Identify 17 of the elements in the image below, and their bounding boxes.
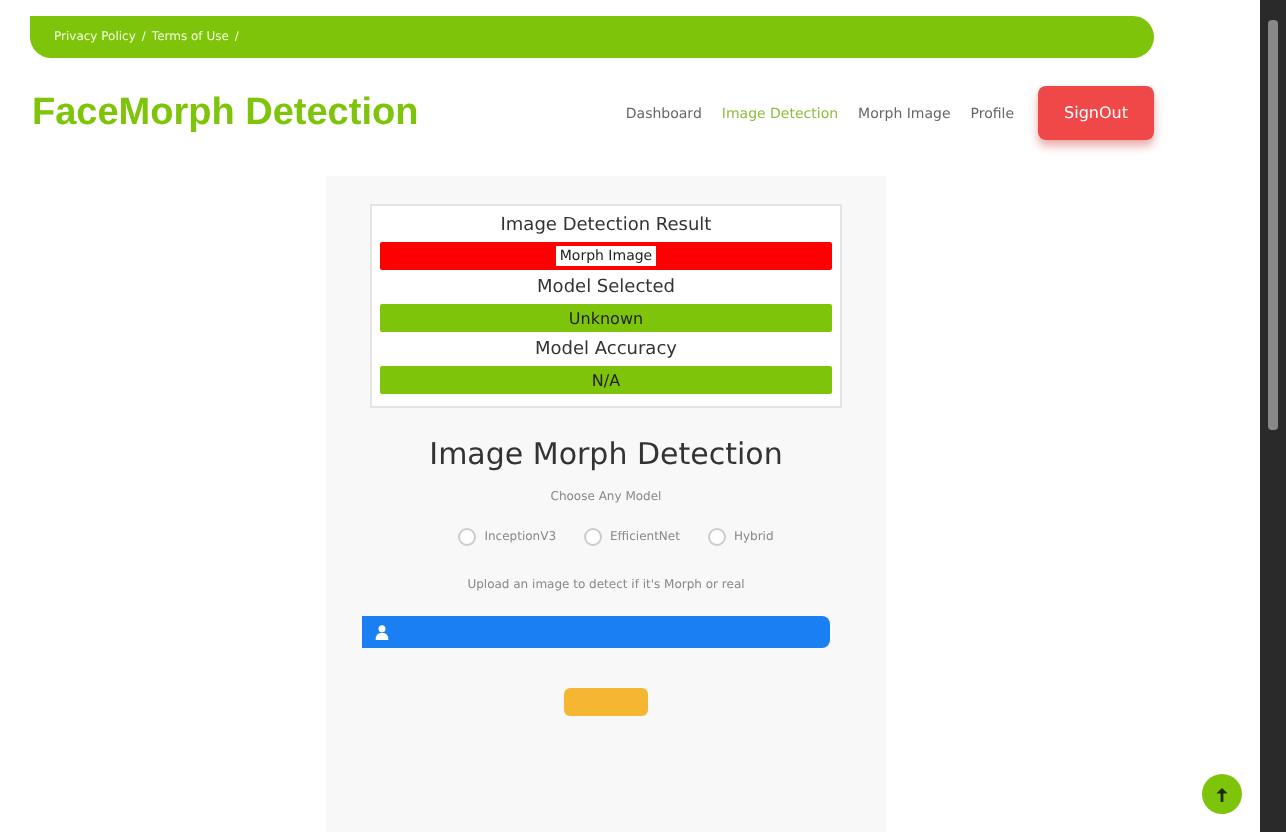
submit-button[interactable] [564, 688, 648, 716]
signout-button[interactable]: SignOut [1038, 86, 1154, 140]
result-label: Image Detection Result [500, 216, 712, 236]
scrollbar[interactable] [1260, 0, 1286, 832]
upload-field[interactable] [362, 616, 830, 648]
site-title: FaceMorph Detection [32, 91, 419, 135]
radio-button[interactable] [707, 528, 726, 546]
form-title: Image Morph Detection [429, 436, 783, 472]
radio-button[interactable] [458, 528, 477, 546]
result-label: Model Accuracy [535, 340, 677, 360]
radio-button[interactable] [584, 528, 603, 546]
result-value: N/A [591, 371, 621, 389]
user-icon [374, 624, 390, 640]
result-label: Model Selected [537, 278, 675, 298]
arrow-up-icon [1216, 787, 1228, 801]
back-to-top-button[interactable] [1202, 774, 1242, 814]
result-value: Unknown [568, 309, 644, 327]
